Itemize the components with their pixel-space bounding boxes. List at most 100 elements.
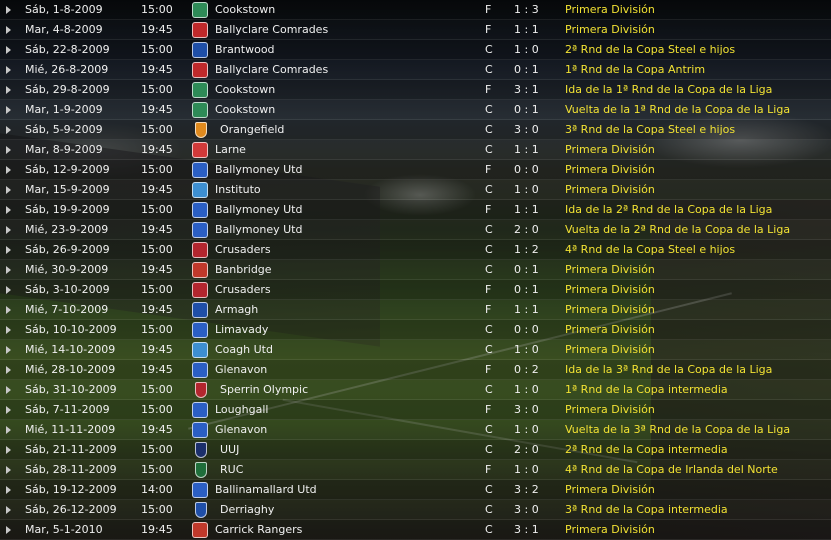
fixture-row[interactable]: Sáb, 28-11-2009 15:00 RUC F 1 : 0 4ª Rnd de l… [0,460,831,480]
expand-arrow-icon[interactable] [6,126,11,134]
competition-link[interactable]: Primera División [565,340,655,360]
expand-arrow-icon[interactable] [6,186,11,194]
expand-arrow-icon[interactable] [6,226,11,234]
fixture-row[interactable]: Sáb, 3-10-2009 15:00 Crusaders F 0 : 1 Primer… [0,280,831,300]
expand-arrow-icon[interactable] [6,246,11,254]
competition-link[interactable]: 2ª Rnd de la Copa Steel e hijos [565,40,735,60]
opponent-team-link[interactable]: Cookstown [215,0,275,20]
expand-arrow-icon[interactable] [6,326,11,334]
opponent-team-link[interactable]: Ballinamallard Utd [215,480,317,500]
expand-arrow-icon[interactable] [6,106,11,114]
fixture-row[interactable]: Sáb, 19-12-2009 14:00 Ballinamallard Utd C 3… [0,480,831,500]
expand-arrow-icon[interactable] [6,406,11,414]
competition-link[interactable]: Primera División [565,20,655,40]
opponent-team-link[interactable]: Orangefield [220,120,284,140]
opponent-team-link[interactable]: RUC [220,460,243,480]
opponent-team-link[interactable]: Derriaghy [220,500,274,520]
expand-arrow-icon[interactable] [6,46,11,54]
opponent-team-link[interactable]: Loughgall [215,400,268,420]
opponent-team-link[interactable]: Crusaders [215,240,271,260]
fixture-row[interactable]: Sáb, 19-9-2009 15:00 Ballymoney Utd F 1 : 1 I… [0,200,831,220]
competition-link[interactable]: Primera División [565,180,655,200]
competition-link[interactable]: Primera División [565,520,655,540]
fixture-row[interactable]: Sáb, 7-11-2009 15:00 Loughgall F 3 : 0 Primer… [0,400,831,420]
fixture-row[interactable]: Mié, 14-10-2009 19:45 Coagh Utd C 1 : 0 Prime… [0,340,831,360]
fixture-row[interactable]: Sáb, 26-12-2009 15:00 Derriaghy C 3 : 0 3ª Rn… [0,500,831,520]
opponent-team-link[interactable]: Instituto [215,180,261,200]
opponent-team-link[interactable]: Limavady [215,320,268,340]
competition-link[interactable]: 4ª Rnd de la Copa de Irlanda del Norte [565,460,778,480]
opponent-team-link[interactable]: Sperrin Olympic [220,380,308,400]
competition-link[interactable]: 1ª Rnd de la Copa intermedia [565,380,728,400]
competition-link[interactable]: Primera División [565,0,655,20]
opponent-team-link[interactable]: Armagh [215,300,258,320]
expand-arrow-icon[interactable] [6,146,11,154]
fixture-row[interactable]: Mié, 28-10-2009 19:45 Glenavon F 0 : 2 Ida de… [0,360,831,380]
expand-arrow-icon[interactable] [6,346,11,354]
competition-link[interactable]: Primera División [565,140,655,160]
fixture-row[interactable]: Sáb, 12-9-2009 15:00 Ballymoney Utd F 0 : 0 P… [0,160,831,180]
opponent-team-link[interactable]: Cookstown [215,100,275,120]
expand-arrow-icon[interactable] [6,506,11,514]
opponent-team-link[interactable]: Cookstown [215,80,275,100]
opponent-team-link[interactable]: Ballyclare Comrades [215,20,328,40]
fixture-row[interactable]: Sáb, 10-10-2009 15:00 Limavady C 0 : 0 Primer… [0,320,831,340]
expand-arrow-icon[interactable] [6,386,11,394]
fixture-row[interactable]: Sáb, 5-9-2009 15:00 Orangefield C 3 : 0 3ª Rn… [0,120,831,140]
competition-link[interactable]: 3ª Rnd de la Copa intermedia [565,500,728,520]
expand-arrow-icon[interactable] [6,366,11,374]
opponent-team-link[interactable]: Banbridge [215,260,272,280]
competition-link[interactable]: Ida de la 1ª Rnd de la Copa de la Liga [565,80,772,100]
competition-link[interactable]: Primera División [565,160,655,180]
opponent-team-link[interactable]: Ballymoney Utd [215,160,302,180]
opponent-team-link[interactable]: Carrick Rangers [215,520,302,540]
opponent-team-link[interactable]: Brantwood [215,40,275,60]
expand-arrow-icon[interactable] [6,446,11,454]
opponent-team-link[interactable]: Ballyclare Comrades [215,60,328,80]
expand-arrow-icon[interactable] [6,206,11,214]
opponent-team-link[interactable]: Ballymoney Utd [215,200,302,220]
fixture-row[interactable]: Sáb, 31-10-2009 15:00 Sperrin Olympic C 1 : … [0,380,831,400]
expand-arrow-icon[interactable] [6,306,11,314]
fixture-row[interactable]: Mié, 23-9-2009 19:45 Ballymoney Utd C 2 : 0 V… [0,220,831,240]
expand-arrow-icon[interactable] [6,166,11,174]
fixture-row[interactable]: Sáb, 26-9-2009 15:00 Crusaders C 1 : 2 4ª Rnd… [0,240,831,260]
fixture-row[interactable]: Mié, 26-8-2009 19:45 Ballyclare Comrades C 0… [0,60,831,80]
expand-arrow-icon[interactable] [6,486,11,494]
fixture-row[interactable]: Mar, 15-9-2009 19:45 Instituto C 1 : 0 Primer… [0,180,831,200]
competition-link[interactable]: 3ª Rnd de la Copa Steel e hijos [565,120,735,140]
expand-arrow-icon[interactable] [6,86,11,94]
competition-link[interactable]: 4ª Rnd de la Copa Steel e hijos [565,240,735,260]
fixture-row[interactable]: Mié, 30-9-2009 19:45 Banbridge C 0 : 1 Primer… [0,260,831,280]
fixture-row[interactable]: Sáb, 1-8-2009 15:00 Cookstown F 1 : 3 Primera… [0,0,831,20]
expand-arrow-icon[interactable] [6,426,11,434]
opponent-team-link[interactable]: Ballymoney Utd [215,220,302,240]
expand-arrow-icon[interactable] [6,286,11,294]
expand-arrow-icon[interactable] [6,266,11,274]
competition-link[interactable]: Primera División [565,300,655,320]
opponent-team-link[interactable]: Larne [215,140,246,160]
competition-link[interactable]: Vuelta de la 1ª Rnd de la Copa de la Lig… [565,100,790,120]
fixture-row[interactable]: Sáb, 21-11-2009 15:00 UUJ C 2 : 0 2ª Rnd de l… [0,440,831,460]
competition-link[interactable]: Ida de la 2ª Rnd de la Copa de la Liga [565,200,772,220]
expand-arrow-icon[interactable] [6,526,11,534]
competition-link[interactable]: Primera División [565,260,655,280]
competition-link[interactable]: Vuelta de la 3ª Rnd de la Copa de la Lig… [565,420,790,440]
opponent-team-link[interactable]: UUJ [220,440,239,460]
opponent-team-link[interactable]: Glenavon [215,360,267,380]
fixture-row[interactable]: Sáb, 29-8-2009 15:00 Cookstown F 3 : 1 Ida de… [0,80,831,100]
competition-link[interactable]: Primera División [565,400,655,420]
expand-arrow-icon[interactable] [6,26,11,34]
opponent-team-link[interactable]: Crusaders [215,280,271,300]
fixture-row[interactable]: Mar, 5-1-2010 19:45 Carrick Rangers C 3 : 1 P… [0,520,831,540]
competition-link[interactable]: Vuelta de la 2ª Rnd de la Copa de la Lig… [565,220,790,240]
fixture-row[interactable]: Mar, 1-9-2009 19:45 Cookstown C 0 : 1 Vuelta … [0,100,831,120]
opponent-team-link[interactable]: Coagh Utd [215,340,273,360]
competition-link[interactable]: Primera División [565,280,655,300]
fixture-row[interactable]: Mar, 8-9-2009 19:45 Larne C 1 : 1 Primera Div… [0,140,831,160]
competition-link[interactable]: 1ª Rnd de la Copa Antrim [565,60,705,80]
competition-link[interactable]: Primera División [565,320,655,340]
expand-arrow-icon[interactable] [6,466,11,474]
competition-link[interactable]: Primera División [565,480,655,500]
fixture-row[interactable]: Mié, 11-11-2009 19:45 Glenavon C 1 : 0 Vuelta… [0,420,831,440]
